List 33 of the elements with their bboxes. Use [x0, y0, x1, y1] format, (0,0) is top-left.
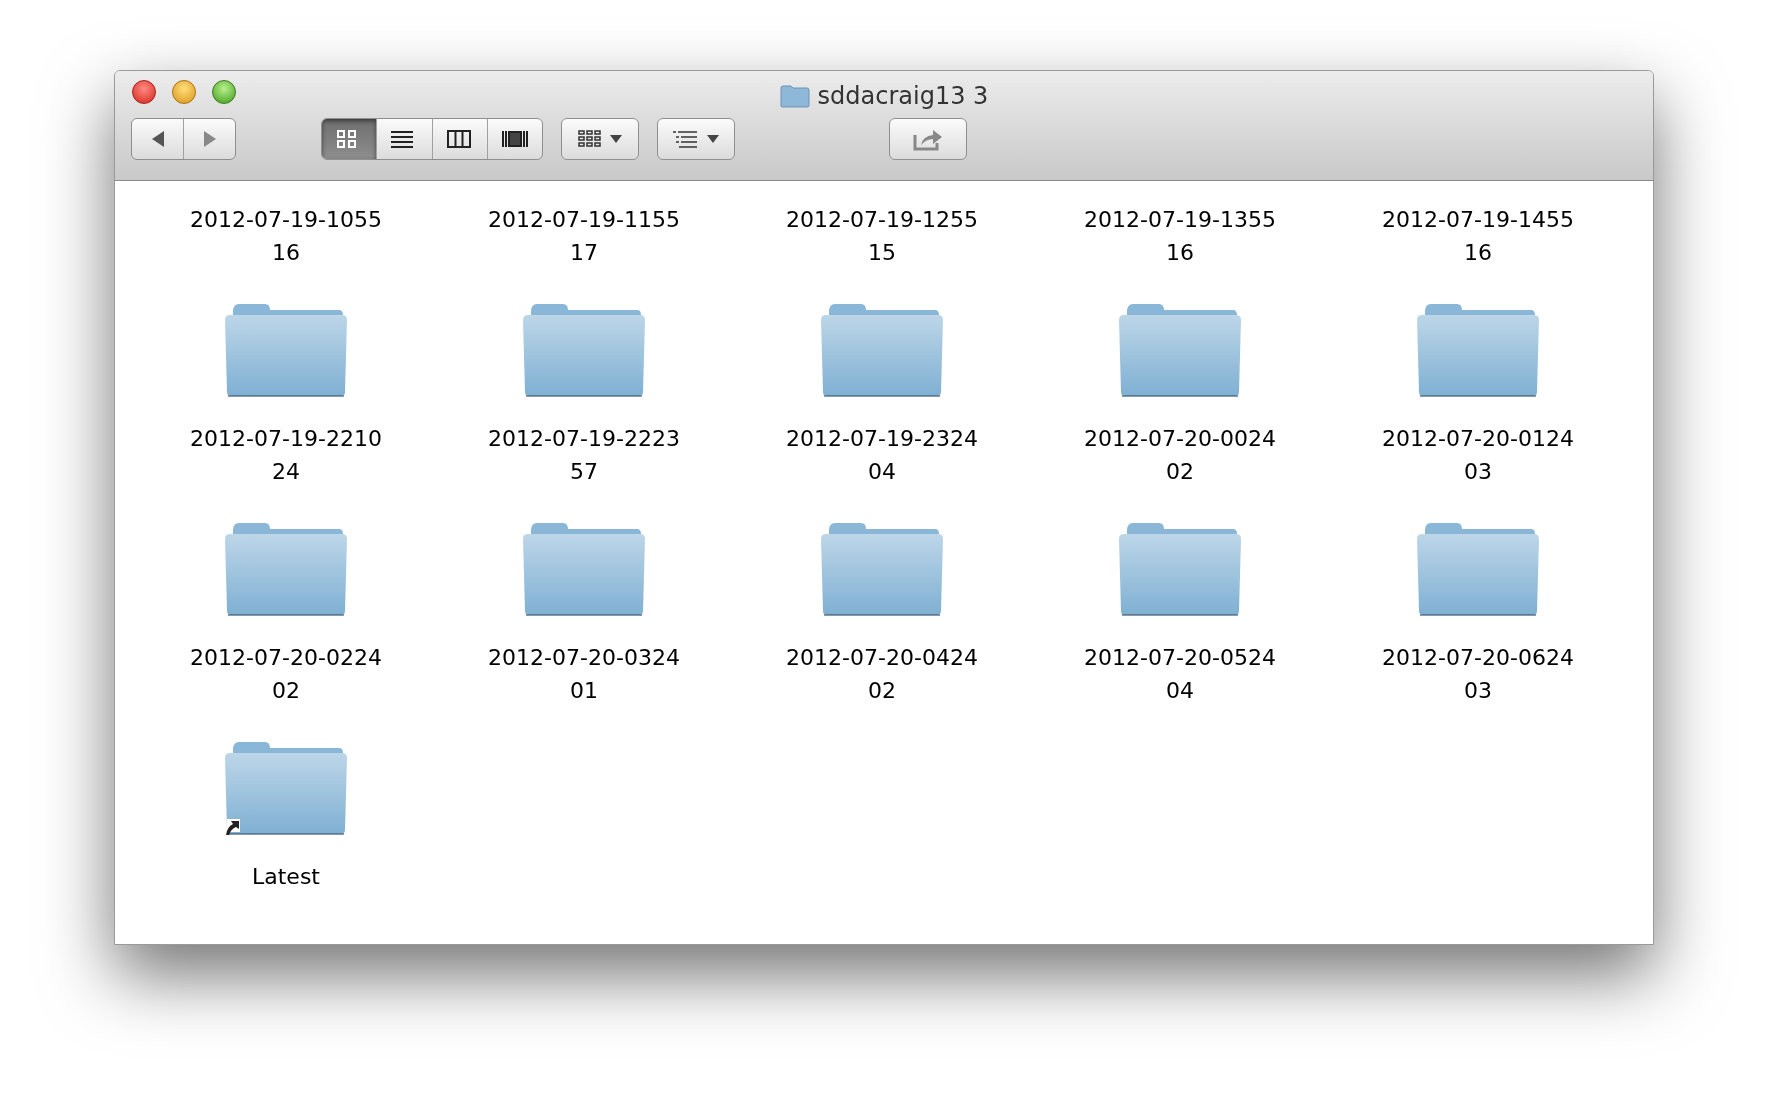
- minimize-button[interactable]: [172, 80, 196, 104]
- folder-name: 2012-07-19-2210 24: [190, 425, 382, 486]
- caret-icon: [707, 135, 719, 143]
- zoom-button[interactable]: [212, 80, 236, 104]
- grid-icon: [578, 130, 602, 148]
- folder-name: 2012-07-20-0224 02: [190, 644, 382, 705]
- view-mode-button[interactable]: [322, 119, 377, 159]
- folder-name: 2012-07-20-0424 02: [786, 644, 978, 705]
- folder-name: 2012-07-20-0524 04: [1084, 644, 1276, 705]
- folder-name: 2012-07-19-1155 17: [488, 206, 680, 267]
- view-icon: [501, 129, 528, 149]
- folder-name: Latest: [252, 863, 320, 891]
- folder-name: 2012-07-20-0624 03: [1382, 644, 1574, 705]
- caret-icon: [610, 135, 622, 143]
- view-icon: [446, 129, 473, 149]
- sort-button[interactable]: [657, 118, 735, 160]
- list-icon: [673, 130, 697, 148]
- folder-icon: [779, 84, 810, 108]
- forward-icon: [201, 130, 218, 148]
- arrange-button[interactable]: [561, 118, 639, 160]
- folder-name: 2012-07-19-1455 16: [1382, 206, 1574, 267]
- folder-name: 2012-07-19-1255 15: [786, 206, 978, 267]
- folder-name: 2012-07-20-0324 01: [488, 644, 680, 705]
- folder-name: 2012-07-19-1355 16: [1084, 206, 1276, 267]
- window-title: sddacraig13 3: [817, 81, 989, 112]
- share-button[interactable]: [889, 118, 967, 160]
- close-button[interactable]: [132, 80, 156, 104]
- folder-name: 2012-07-19-2223 57: [488, 425, 680, 486]
- folder-name: 2012-07-20-0124 03: [1382, 425, 1574, 486]
- folder-name: 2012-07-19-2324 04: [786, 425, 978, 486]
- share-icon: [913, 127, 943, 151]
- folder-name: 2012-07-20-0024 02: [1084, 425, 1276, 486]
- folder-name: 2012-07-19-1055 16: [190, 206, 382, 267]
